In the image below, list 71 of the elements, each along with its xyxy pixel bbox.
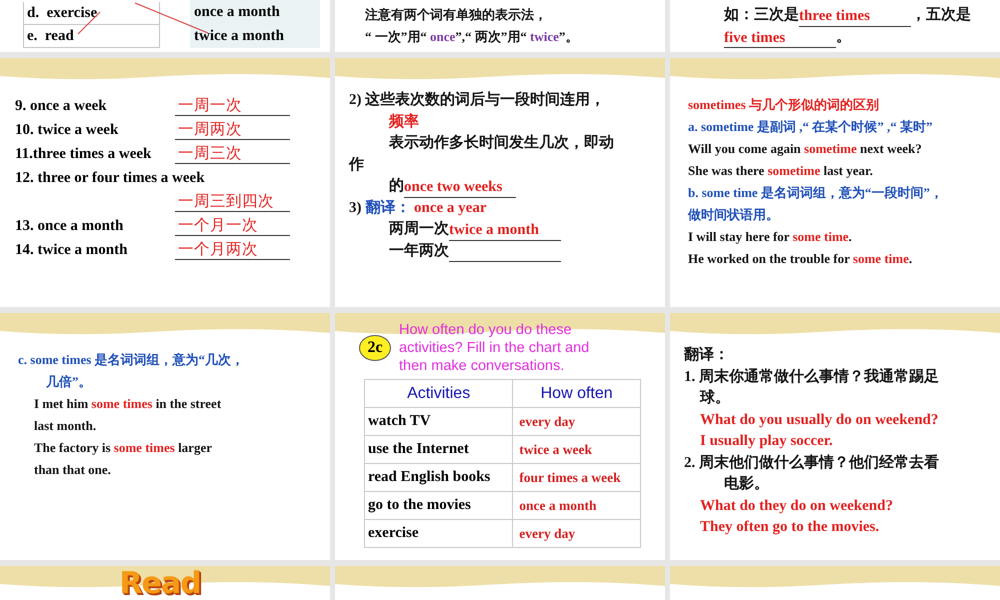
slide-text: “ 一次”用“ once”,“ 两次”用“ twice”。	[365, 28, 578, 46]
slide-text: I will stay here for some time.	[688, 228, 852, 246]
table-cell: exercise	[364, 520, 513, 548]
slide-text: He worked on the trouble for some time.	[688, 250, 912, 268]
slide-text: 的	[389, 176, 404, 196]
table-cell: every day	[512, 408, 640, 436]
slide-text: I met him some times in the street	[34, 395, 222, 413]
slide-text: 翻译：	[684, 345, 729, 365]
slide-text: 球。	[700, 388, 730, 408]
slide-text: 作	[349, 156, 364, 174]
answer-blank: once two weeks	[404, 179, 516, 198]
slide-text: than that one.	[34, 461, 111, 479]
vocab-term: 13. once a month	[15, 217, 124, 236]
slide-text: 几倍”。	[46, 373, 92, 391]
answer-option: twice a month	[190, 24, 320, 48]
answer-blank: 一周三到四次	[175, 191, 290, 212]
answer-blank: 一个月两次	[175, 239, 290, 260]
table-cell: d. exercise	[23, 2, 160, 25]
answer-blank: 一周两次	[175, 119, 290, 140]
vocab-term: 10. twice a week	[15, 121, 120, 140]
slide-text: 2. 周末他们做什么事情？他们经常去看	[684, 453, 939, 472]
vocab-term: 14. twice a month	[15, 241, 128, 260]
slide-text: a. sometime 是副词 ,“ 在某个时候” ,“ 某时”	[688, 118, 932, 136]
table-cell: go to the movies	[364, 492, 513, 520]
exercise-badge: 2c	[359, 335, 391, 361]
slide-text: c. some times 是名词词组，意为“几次，	[18, 351, 244, 369]
table-cell: every day	[512, 520, 640, 548]
vocab-term: 12. three or four times a week	[15, 169, 205, 188]
slide-text: 表示动作多长时间发生几次，即动	[389, 133, 614, 153]
slide-text: 2) 这些表次数的词后与一段时间连用，	[349, 90, 606, 110]
table-cell: use the Internet	[364, 436, 513, 464]
slide-text: ，五次是	[911, 6, 971, 25]
column-header: Activities	[364, 380, 513, 408]
column-header: How often	[512, 380, 640, 408]
slide-text: 做时间状语用。	[688, 206, 779, 224]
table-cell: watch TV	[364, 408, 513, 436]
slide-text: What do you usually do on weekend?	[700, 410, 938, 430]
slide-text: The factory is some times larger	[34, 439, 212, 457]
slide-text: 注意有两个词有单独的表示法，	[365, 6, 547, 24]
table-cell: read English books	[364, 464, 513, 492]
slide-title: Read	[119, 568, 201, 600]
slide-text: 1. 周末你通常做什么事情？我通常踢足	[684, 367, 939, 386]
answer-blank: twice a month	[449, 222, 561, 240]
slide-text: What do they do on weekend?	[700, 496, 893, 516]
answer-option: once a month	[190, 0, 320, 24]
answer-blank: 一个月一次	[175, 215, 290, 236]
slide-text: 一年两次	[389, 242, 449, 260]
slide-text: Will you come again sometime next week?	[688, 140, 922, 158]
slide-text: last month.	[34, 417, 96, 435]
answer-blank: 一周三次	[175, 143, 290, 164]
vocab-term: 9. once a week	[15, 97, 108, 116]
instruction-text: How often do you do these activities? Fill in the chart and then make conversations.	[399, 321, 590, 375]
slide-text: sometimes 与几个形似的词的区别	[688, 96, 880, 114]
slide-text: She was there sometime last year.	[688, 162, 873, 180]
slide-text: b. some time 是名词词组，意为“一段时间”，	[688, 184, 943, 202]
table-cell: once a month	[512, 492, 640, 520]
slide-text: 3) 翻译： once a year	[349, 198, 486, 218]
slide-text: 两周一次	[389, 220, 449, 239]
slide-text: 。	[836, 28, 851, 46]
slide-text: They often go to the movies.	[700, 518, 880, 537]
slide-text: 频率	[389, 112, 419, 132]
table-cell: e. read	[23, 25, 160, 48]
answer-blank: 一周一次	[175, 95, 290, 116]
answer-blank: five times	[724, 30, 836, 48]
slide-text: 电影。	[724, 474, 769, 494]
table-cell: twice a week	[512, 436, 640, 464]
slide-text: 如：三次是	[724, 6, 799, 25]
vocab-term: 11.three times a week	[15, 145, 152, 164]
answer-blank: three times	[799, 8, 911, 26]
slide-text: I usually play soccer.	[700, 432, 833, 451]
table-cell: four times a week	[512, 464, 640, 492]
